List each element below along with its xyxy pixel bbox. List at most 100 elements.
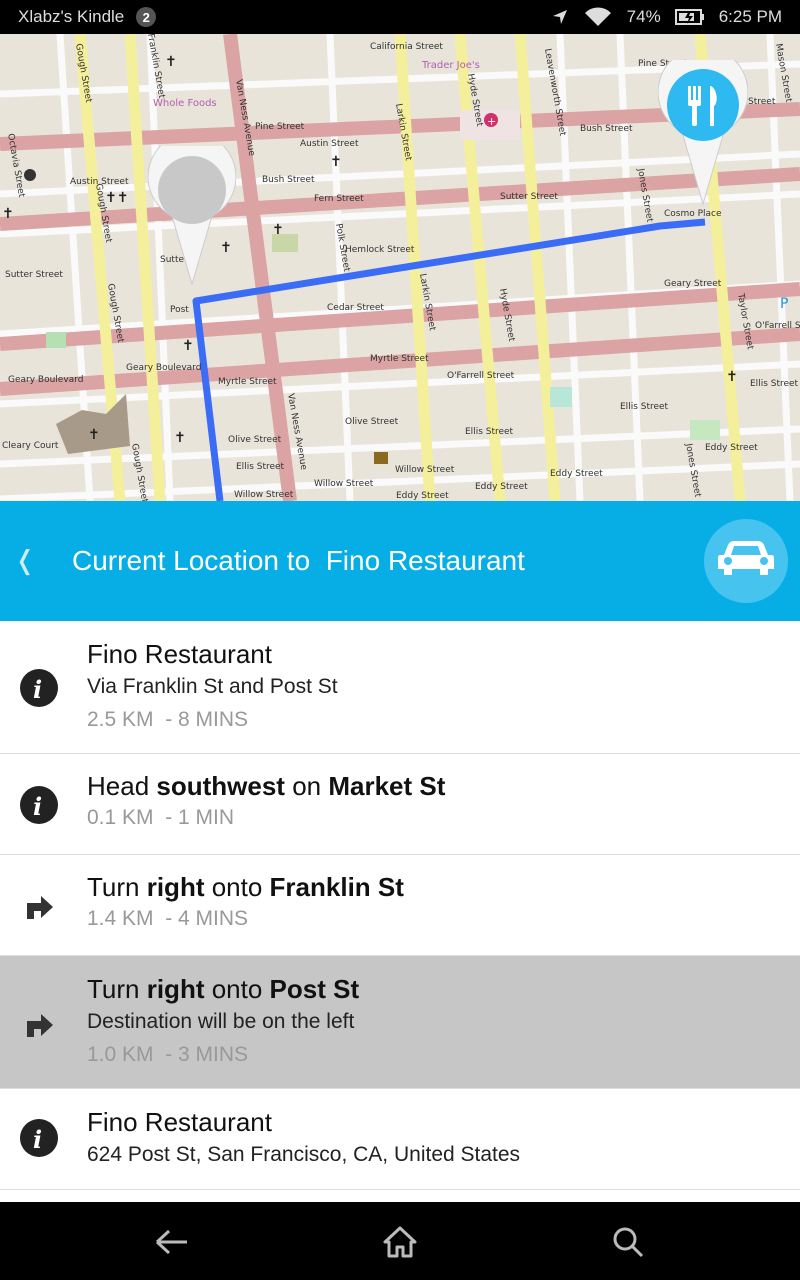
battery-percent: 74% (626, 7, 661, 26)
chevron-left-icon[interactable]: ❬ (14, 545, 36, 576)
direction-step-summary[interactable]: i Fino Restaurant Via Franklin St and Po… (0, 621, 800, 754)
svg-text:i: i (33, 675, 42, 704)
street-label-pine-2: Pine Street (255, 122, 305, 132)
street-label-ellis-4: Ellis Street (750, 379, 799, 389)
step-subtitle: Destination will be on the left (87, 1010, 355, 1033)
restaurant-pin-icon[interactable] (657, 46, 749, 206)
street-label-willow-3: Willow Street (234, 490, 294, 500)
directions-list[interactable]: i Fino Restaurant Via Franklin St and Po… (0, 621, 800, 1202)
street-label-bush-2: Bush Street (580, 124, 633, 134)
step-street: Market St (328, 771, 446, 801)
step-meta: 1.4 KM - 4 MINS (87, 903, 404, 935)
street-label-post: Post (170, 305, 189, 315)
step-street: Post St (269, 974, 360, 1004)
library-icon (374, 452, 388, 464)
info-icon: i (19, 668, 59, 708)
street-label-bush: Bush Street (262, 175, 315, 185)
direction-step[interactable]: Turn right onto Franklin St 1.4 KM - 4 M… (0, 855, 800, 956)
step-subtitle: 624 Post St, San Francisco, CA, United S… (87, 1143, 521, 1166)
street-label-ellis-3: Ellis Street (236, 462, 285, 472)
route-header: ❬ Current Location to Fino Restaurant (0, 501, 800, 621)
system-nav-bar (0, 1202, 800, 1280)
location-arrow-icon (551, 8, 569, 26)
street-label-eddy-4: Eddy Street (705, 443, 758, 453)
device-name: Xlabz's Kindle (18, 7, 125, 26)
street-label-street-fragment: Street (748, 97, 776, 107)
step-title-part: Head (87, 771, 157, 801)
step-title-part: Turn (87, 872, 147, 902)
street-label-olive: Olive Street (345, 417, 399, 427)
step-subtitle: Via Franklin St and Post St (87, 675, 338, 698)
svg-text:✝: ✝ (174, 430, 186, 446)
hospital-cross: + (487, 115, 496, 128)
svg-text:✝: ✝ (726, 369, 738, 385)
step-title-part: Turn (87, 974, 147, 1004)
wifi-icon (583, 6, 613, 28)
street-label-eddy-3: Eddy Street (396, 491, 449, 501)
turn-right-icon (19, 885, 59, 925)
street-label-willow: Willow Street (395, 465, 455, 475)
street-label-fern: Fern Street (314, 194, 364, 204)
street-label-eddy: Eddy Street (550, 469, 603, 479)
svg-text:✝: ✝ (182, 338, 194, 354)
step-street: Franklin St (269, 872, 404, 902)
route-title: Current Location to Fino Restaurant (72, 545, 525, 576)
street-label-willow-2: Willow Street (314, 479, 374, 489)
info-icon: i (19, 1118, 59, 1158)
street-label-myrtle-2: Myrtle Street (218, 377, 277, 387)
street-label-cosmo: Cosmo Place (664, 209, 722, 219)
step-duration: - 1 MIN (165, 806, 235, 829)
svg-text:✝: ✝ (330, 154, 342, 170)
street-label-geary-blvd: Geary Boulevard (8, 375, 83, 385)
step-direction: southwest (156, 771, 285, 801)
step-distance: 1.4 KM (87, 907, 154, 930)
step-title: Turn right onto Franklin St (87, 871, 404, 903)
svg-text:✝: ✝ (272, 222, 284, 238)
street-label-ofarrell: O'Farrell Street (447, 371, 515, 381)
direction-step-selected[interactable]: Turn right onto Post St Destination will… (0, 956, 800, 1089)
poi-trader-joes[interactable]: Trader Joe's (421, 60, 480, 71)
step-title-part: onto (204, 974, 270, 1004)
step-direction: right (146, 974, 205, 1004)
svg-text:✝: ✝ (2, 206, 14, 222)
step-title: Fino Restaurant (87, 639, 272, 669)
map-view[interactable]: California Street Pine Street Pine Stree… (0, 34, 800, 501)
step-meta: 2.5 KM - 8 MINS (87, 704, 338, 736)
step-distance: 1.0 KM (87, 1043, 154, 1066)
car-icon (716, 539, 776, 584)
parking-icon: P (780, 296, 788, 312)
home-icon[interactable] (382, 1224, 418, 1260)
poi-dot-icon (24, 169, 36, 181)
street-label-austin: Austin Street (300, 139, 359, 149)
travel-mode-button[interactable] (704, 519, 788, 603)
step-title-part: onto (204, 872, 270, 902)
step-title: Turn right onto Post St (87, 973, 359, 1005)
svg-text:✝✝: ✝✝ (105, 190, 128, 206)
street-label-olive-2: Olive Street (228, 435, 282, 445)
street-label-cleary: Cleary Court (2, 441, 59, 451)
street-label-ellis: Ellis Street (465, 427, 514, 437)
step-direction: right (146, 872, 205, 902)
svg-text:i: i (33, 1125, 42, 1154)
search-icon[interactable] (610, 1224, 646, 1260)
street-label-ofarrell-2: O'Farrell Street (755, 321, 800, 331)
back-arrow-icon[interactable] (154, 1224, 190, 1260)
street-label-sutter-2: Sutter Street (5, 270, 63, 280)
step-duration: - 8 MINS (165, 708, 249, 731)
step-distance: 2.5 KM (87, 708, 154, 731)
street-label-cedar: Cedar Street (327, 303, 384, 313)
poi-whole-foods[interactable]: Whole Foods (153, 98, 217, 109)
street-label-eddy-2: Eddy Street (475, 482, 528, 492)
notification-badge[interactable]: 2 (136, 7, 157, 27)
clock: 6:25 PM (718, 7, 782, 26)
street-label-ellis-2: Ellis Street (620, 402, 669, 412)
direction-step[interactable]: i Head southwest on Market St 0.1 KM - 1… (0, 754, 800, 855)
step-duration: - 4 MINS (165, 907, 249, 930)
direction-step-destination[interactable]: i Fino Restaurant 624 Post St, San Franc… (0, 1089, 800, 1190)
street-label-geary-blvd-2: Geary Boulevard (126, 363, 201, 373)
svg-text:i: i (33, 792, 42, 821)
origin-pin-icon[interactable] (147, 132, 237, 286)
svg-text:✝: ✝ (88, 427, 100, 443)
battery-icon (674, 8, 705, 26)
step-distance: 0.1 KM (87, 806, 154, 829)
